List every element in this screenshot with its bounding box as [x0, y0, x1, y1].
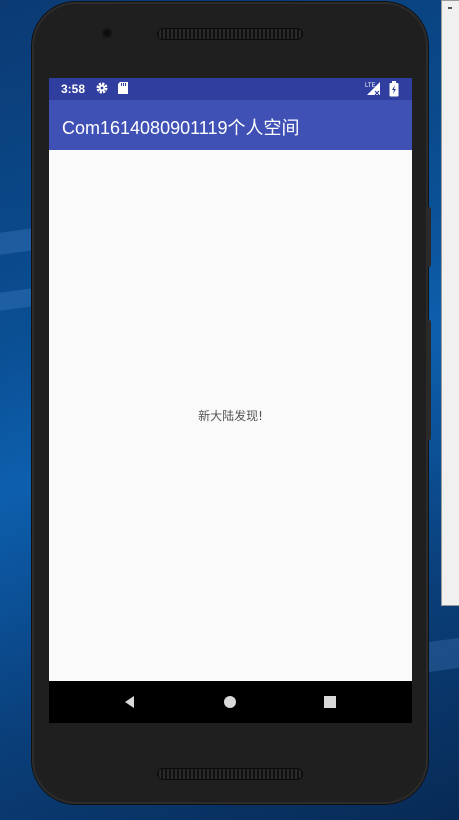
gear-icon: [95, 81, 109, 98]
discovery-message: 新大陆发现!: [198, 409, 263, 423]
sd-card-icon: [117, 81, 129, 98]
volume-button[interactable]: [426, 320, 431, 440]
window-menu-mark: [448, 7, 452, 9]
status-bar: 3:58 LTE: [49, 78, 412, 100]
home-icon[interactable]: [220, 692, 240, 712]
status-time: 3:58: [61, 82, 86, 96]
emulator-phone-frame: 3:58 LTE Com1614080901119个人空间 新大陆发现!: [32, 2, 431, 804]
app-toolbar: Com1614080901119个人空间: [49, 100, 412, 150]
phone-screen: 3:58 LTE Com1614080901119个人空间 新大陆发现!: [49, 78, 412, 723]
background-window-edge[interactable]: [441, 0, 459, 606]
back-icon[interactable]: [120, 692, 140, 712]
lte-signal-icon: LTE: [365, 80, 381, 99]
power-button[interactable]: [426, 207, 431, 267]
recents-icon[interactable]: [320, 692, 340, 712]
bottom-speaker-grille: [157, 768, 303, 780]
navigation-bar: [49, 681, 412, 723]
top-speaker-grille: [157, 28, 303, 40]
main-content: 新大陆发现!: [49, 150, 412, 681]
battery-charging-icon: [389, 81, 399, 100]
front-camera-icon: [102, 28, 112, 38]
desktop-light-streak: [428, 637, 459, 673]
app-title: Com1614080901119个人空间: [62, 118, 300, 138]
